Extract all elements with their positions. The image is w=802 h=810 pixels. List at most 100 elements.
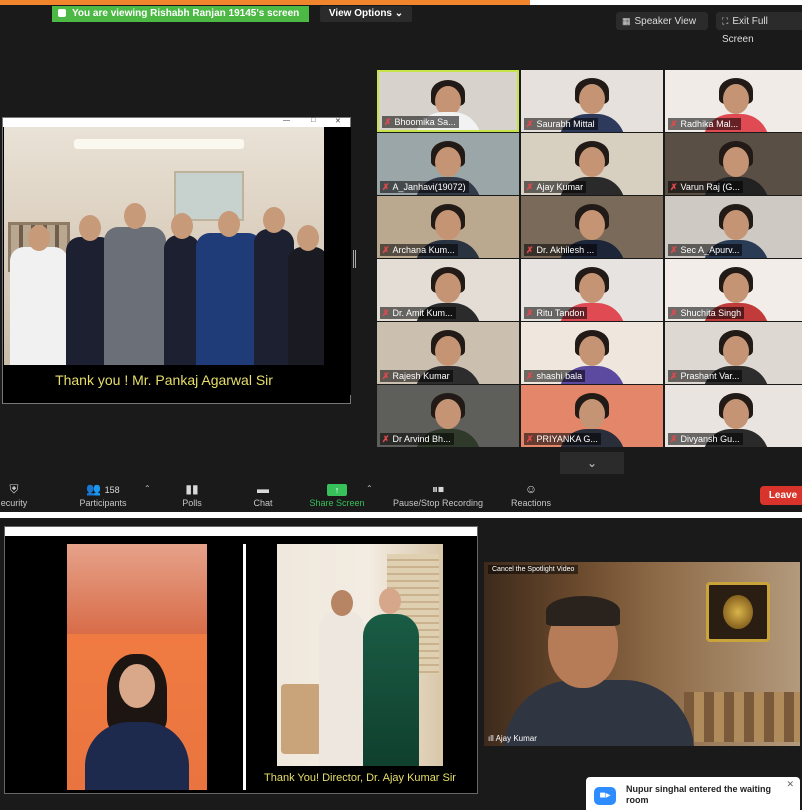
security-button[interactable]: ⛨ ecurity [0,482,34,508]
mic-muted-icon: ✗ [526,182,534,192]
participant-name: Radhika Mal... [680,119,739,129]
share-screen-button[interactable]: ↑ Share Screen [304,482,370,508]
man-in-suit [319,610,365,766]
participant-face [723,147,749,177]
participant-tile[interactable]: ✗ Radhika Mal... [665,70,802,132]
chat-icon: ▬ [257,482,269,496]
participant-name: Archana Kum... [392,245,455,255]
cancel-spotlight-button[interactable]: Cancel the Spotlight Video [488,565,579,574]
close-icon[interactable]: ✕ [786,779,794,790]
mic-muted-icon: ✗ [382,182,390,192]
waiting-room-notification[interactable]: ■▸ Nupur singhal entered the waiting roo… [586,777,800,810]
participant-face [435,273,461,303]
participant-tile[interactable]: ✗ Ajay Kumar [521,133,663,195]
person-7 [288,225,324,365]
shared-window-titlebar [5,527,477,536]
participant-tile[interactable]: ✗ Shuchita Singh [665,259,802,321]
mic-muted-icon: ✗ [382,308,390,318]
person-4 [164,213,200,365]
share-screen-label: Share Screen [309,498,365,508]
participant-tile[interactable]: ✗ PRIYANKA G... [521,385,663,447]
participant-face [723,84,749,114]
participant-tile[interactable]: ✗ Archana Kum... [377,196,519,258]
participant-name-label: ✗ Dr. Akhilesh ... [524,244,598,256]
exit-full-screen-button[interactable]: ⛶ Exit Full Screen [716,12,802,45]
participant-name-label: ✗ Archana Kum... [380,244,458,256]
participant-name: Ritu Tandon [536,308,585,318]
chat-button[interactable]: ▬ Chat [246,482,280,508]
shared-screen-bottom: Thank You! Director, Dr. Ajay Kumar Sir [4,526,478,794]
participant-name-label: ✗ Divyansh Gu... [668,433,743,445]
leave-button[interactable]: Leave [760,486,802,505]
screen-share-banner-text: You are viewing Rishabh Ranjan 19145's s… [72,8,300,19]
speaker-name-text: Ajay Kumar [495,734,537,743]
participant-tile[interactable]: ✗ Dr Arvind Bh... [377,385,519,447]
participant-face [435,399,461,429]
reactions-icon: ☺ [524,482,538,496]
splitter-handle[interactable] [353,250,356,268]
participant-tile[interactable]: ✗ Dr. Amit Kum... [377,259,519,321]
screen-share-icon [58,9,66,17]
participant-name-label: ✗ Ajay Kumar [524,181,587,193]
emblem-plaque [706,582,770,642]
share-screen-caret-icon[interactable]: ⌃ [366,484,373,493]
participant-face [579,336,605,366]
participant-tile[interactable]: ✗ Divyansh Gu... [665,385,802,447]
security-label: ecurity [0,498,28,508]
shared-side-black [325,127,351,395]
chevron-down-icon: ⌄ [586,456,598,470]
mic-muted-icon: ✗ [382,371,390,381]
participant-tile[interactable]: ✗ Varun Raj (G... [665,133,802,195]
participant-name-label: ✗ Prashant Var... [668,370,743,382]
shared-screen: — □ ✕ Thank you ! Mr. Pankaj Agarwal Sir [2,117,351,404]
mic-muted-icon: ✗ [526,308,534,318]
exit-full-screen-label: Exit Full Screen [722,16,768,45]
gallery-view: ✗ Bhoomika Sa... ✗ Saurabh Mittal ✗ Radhika M… [377,70,802,450]
participant-name: Ajay Kumar [536,182,584,192]
participant-tile[interactable]: ✗ Dr. Akhilesh ... [521,196,663,258]
participant-name: Dr. Amit Kum... [392,308,453,318]
participants-caret-icon[interactable]: ⌃ [144,484,151,493]
shared-window-titlebar: — □ ✕ [3,117,350,127]
participant-name-label: ✗ Saurabh Mittal [524,118,598,130]
participants-icon: 👥 158 [86,482,120,496]
participant-tile[interactable]: ✗ shashi bala [521,322,663,384]
participant-name-label: ✗ Dr. Amit Kum... [380,307,456,319]
participant-face [579,210,605,240]
reactions-button[interactable]: ☺ Reactions [506,482,556,508]
participant-name: A_Janhavi(19072) [392,182,466,192]
pause-stop-recording-button[interactable]: ⏸⏹ Pause/Stop Recording [386,482,490,508]
participant-tile[interactable]: ✗ Rajesh Kumar [377,322,519,384]
mic-muted-icon: ✗ [670,434,678,444]
participant-tile[interactable]: ✗ A_Janhavi(19072) [377,133,519,195]
participant-name: Saurabh Mittal [536,119,595,129]
mic-muted-icon: ✗ [526,245,534,255]
zoom-meeting-window-bottom: Thank You! Director, Dr. Ajay Kumar Sir … [0,518,802,810]
view-options-button[interactable]: View Options ⌄ [320,6,412,22]
mic-muted-icon: ✗ [382,245,390,255]
mic-muted-icon: ✗ [526,434,534,444]
exit-full-screen-icon: ⛶ [722,16,729,26]
gallery-next-page-button[interactable]: ⌄ [560,452,624,474]
participant-name-label: ✗ Dr Arvind Bh... [380,433,454,445]
participant-tile[interactable]: ✗ Bhoomika Sa... [377,70,519,132]
speaker-view-button[interactable]: ▦ Speaker View [616,12,708,30]
participant-name: Rajesh Kumar [392,371,450,381]
participant-face [435,210,461,240]
polls-label: Polls [182,498,202,508]
white-top-strip [530,0,802,5]
zoom-meeting-window-top: You are viewing Rishabh Ranjan 19145's s… [0,0,802,512]
participant-name-label: ✗ Radhika Mal... [668,118,742,130]
pause-stop-icon: ⏸⏹ [431,482,444,496]
participant-name-label: ✗ Sec A_Apurv... [668,244,743,256]
participant-tile[interactable]: ✗ Sec A_Apurv... [665,196,802,258]
polls-button[interactable]: ▮▮ Polls [174,482,210,508]
participants-button[interactable]: 👥 158 Participants [70,482,136,508]
mic-muted-icon: ✗ [526,371,534,381]
presenter-video [67,544,207,790]
speaker-view-label: Speaker View [634,16,697,27]
participant-tile[interactable]: ✗ Saurabh Mittal [521,70,663,132]
participant-tile[interactable]: ✗ Prashant Var... [665,322,802,384]
participant-tile[interactable]: ✗ Ritu Tandon [521,259,663,321]
mic-muted-icon: ✗ [670,371,678,381]
